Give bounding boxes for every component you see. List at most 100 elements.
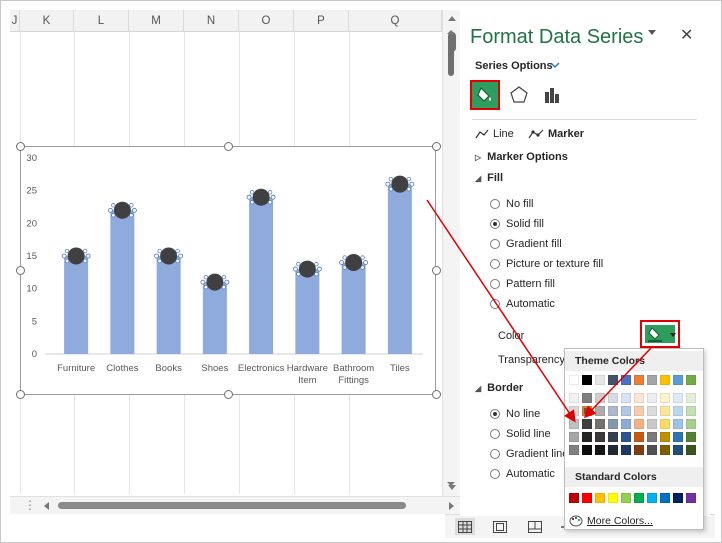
standard-color-swatch[interactable] xyxy=(673,493,683,503)
theme-color-swatch[interactable] xyxy=(582,445,592,455)
theme-color-swatch[interactable] xyxy=(634,445,644,455)
theme-color-swatch[interactable] xyxy=(634,432,644,442)
resize-handle-left[interactable] xyxy=(16,266,25,275)
theme-color-swatch[interactable] xyxy=(673,445,683,455)
standard-color-swatch[interactable] xyxy=(634,493,644,503)
theme-color-swatch[interactable] xyxy=(595,445,605,455)
theme-color-swatch[interactable] xyxy=(569,445,579,455)
theme-color-swatch[interactable] xyxy=(647,375,657,385)
theme-color-swatch[interactable] xyxy=(647,419,657,429)
normal-view-button[interactable] xyxy=(455,518,475,535)
pattern-fill-radio[interactable] xyxy=(490,279,500,289)
standard-color-swatch[interactable] xyxy=(582,493,592,503)
pane-options-chevron-icon[interactable] xyxy=(648,30,656,35)
scroll-right-icon[interactable] xyxy=(449,502,454,510)
column-header-k[interactable]: K xyxy=(20,10,74,32)
theme-color-swatch[interactable] xyxy=(621,419,631,429)
theme-color-swatch[interactable] xyxy=(569,432,579,442)
bar[interactable] xyxy=(64,256,89,354)
theme-color-swatch[interactable] xyxy=(660,445,670,455)
marker-subtab[interactable]: Marker xyxy=(528,128,584,140)
theme-color-swatch[interactable] xyxy=(686,375,696,385)
theme-color-swatch[interactable] xyxy=(582,393,592,403)
theme-color-swatch[interactable] xyxy=(673,419,683,429)
data-marker[interactable] xyxy=(206,273,224,291)
bar[interactable] xyxy=(202,282,227,354)
no-line-option[interactable]: No line xyxy=(490,408,540,420)
theme-color-swatch[interactable] xyxy=(595,393,605,403)
theme-color-swatch[interactable] xyxy=(608,419,618,429)
theme-color-swatch[interactable] xyxy=(608,432,618,442)
solid-line-option[interactable]: Solid line xyxy=(490,428,551,440)
more-colors-button[interactable]: More Colors... xyxy=(567,513,701,529)
theme-color-swatch[interactable] xyxy=(673,406,683,416)
theme-color-swatch[interactable] xyxy=(634,419,644,429)
theme-color-swatch[interactable] xyxy=(634,406,644,416)
theme-color-swatch[interactable] xyxy=(686,393,696,403)
column-header-m[interactable]: M xyxy=(129,10,184,32)
no-fill-radio[interactable] xyxy=(490,199,500,209)
border-section[interactable]: ◢ Border xyxy=(475,382,523,394)
bar[interactable] xyxy=(387,184,412,354)
no-line-radio[interactable] xyxy=(490,409,500,419)
marker-options-section[interactable]: ▷ Marker Options xyxy=(475,151,568,163)
automatic-fill-option[interactable]: Automatic xyxy=(490,298,555,310)
data-marker[interactable] xyxy=(345,254,363,272)
theme-color-swatch[interactable] xyxy=(647,393,657,403)
column-header-l[interactable]: L xyxy=(74,10,129,32)
scroll-left-icon[interactable] xyxy=(44,502,49,510)
pane-vertical-scrollbar[interactable] xyxy=(447,30,455,490)
fill-color-picker-button[interactable] xyxy=(640,320,680,348)
gradient-fill-radio[interactable] xyxy=(490,239,500,249)
theme-color-swatch[interactable] xyxy=(569,419,579,429)
theme-color-swatch[interactable] xyxy=(686,406,696,416)
theme-color-swatch[interactable] xyxy=(621,393,631,403)
standard-color-swatch[interactable] xyxy=(608,493,618,503)
standard-color-swatch[interactable] xyxy=(686,493,696,503)
theme-color-swatch[interactable] xyxy=(582,432,592,442)
solid-line-radio[interactable] xyxy=(490,429,500,439)
chart-plot-area[interactable]: 0 5 10 15 20 25 30 Furniture Clothes Books Shoes El… xyxy=(21,147,437,396)
theme-color-swatch[interactable] xyxy=(582,375,592,385)
theme-color-swatch[interactable] xyxy=(686,432,696,442)
theme-color-swatch[interactable] xyxy=(621,406,631,416)
line-subtab[interactable]: Line xyxy=(475,128,514,140)
solid-fill-radio[interactable] xyxy=(490,219,500,229)
series-options-dropdown[interactable]: Series Options xyxy=(475,60,553,72)
theme-color-swatch[interactable] xyxy=(569,375,579,385)
horizontal-scroll-thumb[interactable] xyxy=(58,502,406,509)
bar[interactable] xyxy=(341,262,366,354)
bar[interactable] xyxy=(156,256,181,354)
gradient-fill-option[interactable]: Gradient fill xyxy=(490,238,562,250)
picture-fill-option[interactable]: Picture or texture fill xyxy=(490,258,603,270)
resize-handle-bottom-right[interactable] xyxy=(432,390,441,399)
theme-color-swatch[interactable] xyxy=(582,419,592,429)
bar[interactable] xyxy=(249,197,274,354)
standard-color-swatch[interactable] xyxy=(647,493,657,503)
effects-tab[interactable] xyxy=(504,80,534,110)
theme-color-swatch[interactable] xyxy=(608,406,618,416)
column-chart[interactable]: 0 5 10 15 20 25 30 Furniture Clothes Books Shoes El… xyxy=(20,146,436,395)
page-layout-view-button[interactable] xyxy=(490,518,510,535)
theme-color-swatch[interactable] xyxy=(634,375,644,385)
bar[interactable] xyxy=(110,210,135,354)
data-marker[interactable] xyxy=(67,247,85,265)
page-break-view-button[interactable] xyxy=(525,518,545,535)
automatic-line-radio[interactable] xyxy=(490,469,500,479)
column-header-q[interactable]: Q xyxy=(349,10,442,32)
chevron-down-icon[interactable] xyxy=(550,61,560,72)
resize-handle-right[interactable] xyxy=(432,266,441,275)
theme-color-swatch[interactable] xyxy=(673,432,683,442)
gradient-line-option[interactable]: Gradient line xyxy=(490,448,568,460)
picture-fill-radio[interactable] xyxy=(490,259,500,269)
split-handle-icon[interactable]: ⋮ xyxy=(24,498,36,512)
standard-color-swatch[interactable] xyxy=(621,493,631,503)
data-marker[interactable] xyxy=(252,188,270,206)
fill-and-line-tab[interactable] xyxy=(470,80,500,110)
fill-section[interactable]: ◢ Fill xyxy=(475,172,503,184)
theme-color-swatch[interactable] xyxy=(647,445,657,455)
gradient-line-radio[interactable] xyxy=(490,449,500,459)
column-header-p[interactable]: P xyxy=(294,10,349,32)
bar[interactable] xyxy=(295,269,320,354)
theme-color-swatch[interactable] xyxy=(595,432,605,442)
